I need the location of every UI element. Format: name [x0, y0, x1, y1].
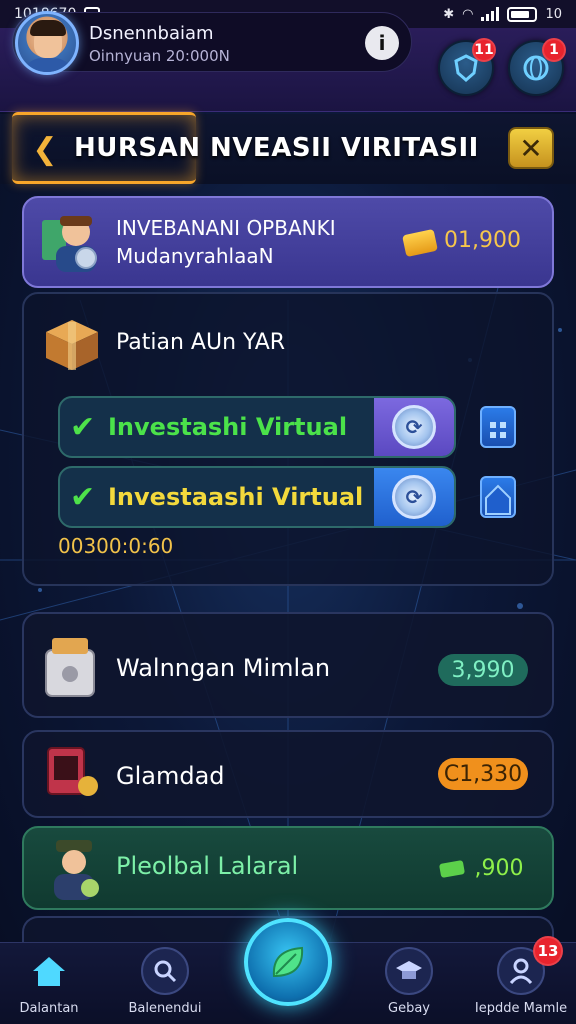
- list-item-3[interactable]: Pleolbal Lalaral ,900: [22, 826, 554, 910]
- signal-icon: [481, 7, 500, 21]
- gauge-icon: ⟳: [392, 405, 436, 449]
- side-grid-button[interactable]: [480, 406, 516, 448]
- check-icon: ✔: [70, 409, 96, 445]
- officer-icon: [54, 840, 99, 900]
- safe-icon: [45, 638, 95, 697]
- calculator-icon: [47, 747, 98, 796]
- investment-row-label: Investaashi Virtual: [108, 483, 364, 511]
- shield-button[interactable]: 11: [438, 38, 496, 96]
- nav-label: Gebay: [388, 1001, 430, 1016]
- nav-item-search[interactable]: Balenendui: [110, 947, 220, 1024]
- investment-summary-card[interactable]: INVEBANANI OPBANKI MudanyrahlaaN 01,900: [22, 196, 554, 288]
- box-icon: [46, 320, 98, 370]
- summary-subtitle: MudanyrahlaaN: [116, 244, 274, 268]
- list-item-1[interactable]: Walnngan Mimlan 3,990: [22, 612, 554, 718]
- globe-button[interactable]: 1: [508, 38, 566, 96]
- list-item-value: C1,330: [438, 758, 528, 790]
- wifi-icon: ◠: [462, 6, 474, 22]
- investment-row-1[interactable]: ✔ Investashi Virtual ⟳: [58, 396, 456, 458]
- ticket-icon: [402, 228, 438, 258]
- status-right-text: 10: [545, 6, 562, 22]
- close-icon: ✕: [519, 131, 543, 165]
- investment-row-2[interactable]: ✔ Investaashi Virtual ⟳: [58, 466, 456, 528]
- hat-icon: [385, 947, 433, 995]
- nav-item-home[interactable]: Dalantan: [0, 947, 104, 1024]
- investment-card-title: Patian AUn YAR: [116, 330, 286, 355]
- chevron-left-icon: ❮: [32, 131, 58, 167]
- globe-badge: 1: [542, 38, 566, 62]
- nav-label: Iepdde Mamle: [474, 1001, 568, 1016]
- check-icon: ✔: [70, 479, 96, 515]
- back-button[interactable]: ❮: [28, 131, 62, 167]
- search-icon: [141, 947, 189, 995]
- banker-icon: [42, 216, 97, 272]
- list-item-2[interactable]: Glamdad C1,330: [22, 730, 554, 818]
- gauge-icon: ⟳: [392, 475, 436, 519]
- summary-title: INVEBANANI OPBANKI: [116, 216, 336, 240]
- profile-subtitle: Oinnyuan 20:000N: [89, 47, 230, 65]
- nav-label: Balenendui: [128, 1001, 202, 1016]
- profile-badge: 13: [533, 936, 563, 966]
- list-item-name: Pleolbal Lalaral: [116, 852, 299, 880]
- list-item-name: Walnngan Mimlan: [116, 654, 331, 682]
- side-house-button[interactable]: [480, 476, 516, 518]
- countdown-timer: 00300:0:60: [58, 534, 174, 558]
- home-icon: [25, 947, 73, 995]
- investment-row-label: Investashi Virtual: [108, 413, 348, 441]
- investment-row-action[interactable]: ⟳: [374, 398, 454, 456]
- shield-badge: 11: [472, 38, 496, 62]
- profile-name: Dsnennbaiam: [89, 23, 214, 44]
- leaf-icon: [272, 946, 304, 978]
- list-item-value: ,900: [474, 855, 524, 881]
- nav-item-hat[interactable]: Gebay: [354, 947, 464, 1024]
- info-button[interactable]: i: [365, 26, 399, 60]
- house-icon: [485, 484, 511, 515]
- grid-icon: [490, 422, 506, 438]
- summary-amount: 01,900: [444, 228, 521, 253]
- list-item-name: Glamdad: [116, 762, 225, 790]
- page-title: HURSAN NVEASII VIRITASII: [74, 133, 479, 163]
- bluetooth-icon: ✱: [443, 6, 455, 22]
- nav-label: Dalantan: [19, 1001, 79, 1016]
- investment-row-action[interactable]: ⟳: [374, 468, 454, 526]
- avatar[interactable]: [15, 11, 79, 75]
- center-action-button[interactable]: [244, 918, 332, 1006]
- close-button[interactable]: ✕: [508, 127, 554, 169]
- profile-pill[interactable]: Dsnennbaiam Oinnyuan 20:000N i: [12, 11, 412, 75]
- list-item-value: 3,990: [438, 654, 528, 686]
- battery-icon: [507, 6, 538, 22]
